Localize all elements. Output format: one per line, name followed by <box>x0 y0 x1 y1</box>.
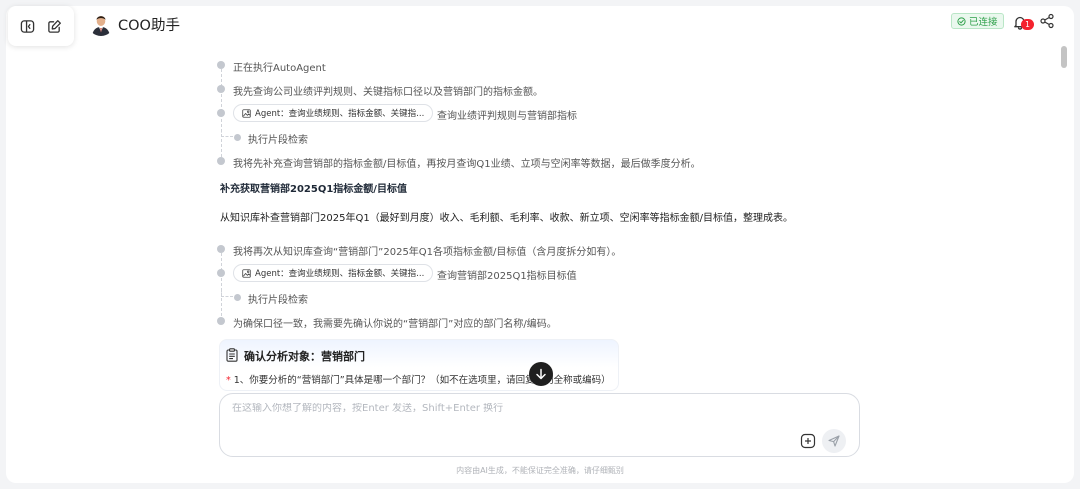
timeline-step: 我将再次从知识库查询“营销部门”2025年Q1各项指标金额/目标值（含月度拆分如… <box>233 247 622 258</box>
agent-chip-label: Agent：查询业绩规则、指标金额、关键指... <box>255 109 425 119</box>
check-circle-icon <box>957 16 966 26</box>
timeline-dot <box>217 317 225 325</box>
timeline-dot <box>217 109 225 117</box>
confirm-card-title: 确认分析对象：营销部门 <box>244 350 365 363</box>
timeline-step: 我先查询公司业绩评判规则、关键指标口径以及营销部门的指标金额。 <box>233 87 543 98</box>
timeline-step: 正在执行AutoAgent <box>233 63 326 74</box>
agent-chip[interactable]: Agent：查询业绩规则、指标金额、关键指... <box>233 264 434 282</box>
message-composer <box>219 393 860 457</box>
sidebar-toggle-icon <box>20 19 35 33</box>
timeline-step: 我将先补充查询营销部的指标金额/目标值，再按月查询Q1业绩、立项与空闲率等数据，… <box>233 159 701 170</box>
scroll-to-bottom-button[interactable] <box>529 362 553 386</box>
clipboard-icon <box>226 348 238 362</box>
message-input[interactable] <box>232 403 792 414</box>
arrow-down-icon <box>536 368 546 380</box>
app-title: COO助手 <box>118 18 180 34</box>
sidebar-toggle-button[interactable] <box>17 15 39 37</box>
required-mark: * <box>226 375 231 386</box>
confirm-question-text: 1、你要分析的“营销部门”具体是哪一个部门？（如不在选项里，请回复部门全称或编码… <box>233 375 611 386</box>
vertical-scrollbar-thumb[interactable] <box>1061 46 1067 68</box>
timeline-dot <box>217 245 225 253</box>
image-icon <box>242 108 251 118</box>
agent-chip-label: Agent：查询业绩规则、指标金额、关键指... <box>255 269 425 279</box>
ai-disclaimer: 内容由AI生成，不能保证完全准确，请仔细甄别 <box>456 466 624 475</box>
agent-chip[interactable]: Agent：查询业绩规则、指标金额、关键指... <box>233 104 434 122</box>
notification-count-badge: 1 <box>1021 19 1034 30</box>
timeline-branch <box>221 130 233 137</box>
assistant-avatar <box>88 10 114 36</box>
add-attachment-icon[interactable] <box>800 433 816 449</box>
confirm-target-card: 确认分析对象：营销部门 * 1、你要分析的“营销部门”具体是哪一个部门？（如不在选… <box>219 339 619 391</box>
timeline-branch <box>221 290 233 297</box>
timeline-sub-step: 执行片段检索 <box>248 135 308 146</box>
timeline-dot <box>217 61 225 69</box>
timeline-dot <box>217 157 225 165</box>
image-icon <box>242 268 251 278</box>
header-toolbar <box>8 6 74 46</box>
timeline-sub-dot <box>234 134 241 141</box>
new-chat-button[interactable] <box>44 15 66 37</box>
timeline-sub-step: 执行片段检索 <box>248 295 308 306</box>
connection-status-label: 已连接 <box>969 17 998 28</box>
section-paragraph: 从知识库补查营销部门2025年Q1（最好到月度）收入、毛利额、毛利率、收款、新立… <box>220 213 794 224</box>
timeline-sub-dot <box>234 294 241 301</box>
connection-status-badge: 已连接 <box>951 13 1004 29</box>
agent-description: 查询营销部2025Q1指标目标值 <box>437 271 577 282</box>
timeline-connector <box>221 253 222 321</box>
timeline-dot <box>217 85 225 93</box>
agent-description: 查询业绩评判规则与营销部指标 <box>437 111 577 122</box>
edit-icon <box>48 19 61 33</box>
section-heading: 补充获取营销部2025Q1指标金额/目标值 <box>220 184 407 195</box>
timeline-dot <box>217 269 225 277</box>
timeline-step: 为确保口径一致，我需要先确认你说的“营销部门”对应的部门名称/编码。 <box>233 319 557 330</box>
send-button[interactable] <box>822 429 846 453</box>
share-icon[interactable] <box>1040 13 1054 29</box>
send-icon <box>828 435 840 447</box>
